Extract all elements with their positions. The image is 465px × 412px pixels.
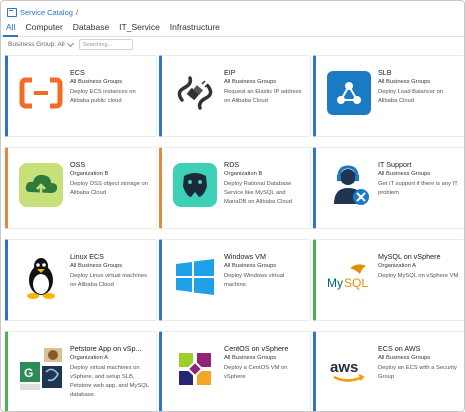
mysql-icon: My SQL	[326, 254, 372, 300]
service-card-slb[interactable]: SLB All Business Groups Deploy Load Bala…	[313, 55, 464, 137]
service-card-petstore-app[interactable]: G Petstore App on vSp... Organization A …	[5, 331, 157, 411]
card-group: Organization A	[70, 355, 109, 361]
centos-icon	[172, 346, 218, 392]
card-group: All Business Groups	[378, 355, 431, 361]
search-input[interactable]: Searching...	[78, 39, 133, 50]
rds-database-icon	[172, 162, 218, 208]
card-description: Get IT support if there is any IT proble…	[378, 181, 458, 196]
card-title: RDS	[224, 160, 240, 169]
alibaba-cloud-icon	[18, 70, 64, 116]
oss-cloud-icon	[18, 162, 64, 208]
tab-database[interactable]: Database	[68, 22, 114, 36]
card-group: All Business Groups	[70, 263, 123, 269]
windows-icon	[172, 254, 218, 300]
aws-icon: aws	[326, 346, 372, 392]
card-title: Linux ECS	[70, 252, 104, 261]
linux-tux-icon	[18, 254, 64, 300]
card-description: Deploy OSS object storage on Alibaba Clo…	[70, 181, 148, 196]
service-card-eip[interactable]: EIP All Business Groups Request an Elast…	[159, 55, 311, 137]
service-card-rds[interactable]: RDS Organization B Deploy Rational Datab…	[159, 147, 311, 229]
category-tabs: All Computer Database IT_Service Infrast…	[1, 18, 464, 37]
card-description: Deploy an ECS with a Security Group	[378, 365, 457, 380]
card-group: All Business Groups	[378, 79, 431, 85]
tab-infrastructure[interactable]: Infrastructure	[165, 22, 225, 36]
catalog-icon	[7, 7, 17, 17]
tab-all[interactable]: All	[1, 22, 20, 37]
service-card-grid: ECS All Business Groups Deploy ECS insta…	[5, 55, 464, 411]
card-title: Petstore App on vSp...	[70, 344, 142, 353]
card-description: Deploy Load Balancer on Alibaba Cloud	[378, 89, 444, 104]
card-title: OSS	[70, 160, 86, 169]
service-card-windows-vm[interactable]: Windows VM All Business Groups Deploy Wi…	[159, 239, 311, 321]
card-title: ECS	[70, 68, 85, 77]
svg-text:G: G	[24, 366, 33, 380]
card-description: Deploy Rational Database Service like My…	[224, 181, 292, 205]
petstore-app-icon: G	[18, 346, 64, 392]
service-card-mysql-vsphere[interactable]: My SQL MySQL on vSphere Organization A D…	[313, 239, 464, 321]
card-group: Organization B	[224, 171, 263, 177]
tab-computer[interactable]: Computer	[20, 22, 67, 36]
card-title: MySQL on vSphere	[378, 252, 441, 261]
service-card-oss[interactable]: OSS Organization B Deploy OSS object sto…	[5, 147, 157, 229]
card-group: All Business Groups	[70, 79, 123, 85]
card-group: All Business Groups	[224, 355, 277, 361]
service-catalog-window: Service Catalog / All Computer Database …	[0, 0, 465, 412]
it-support-icon	[326, 162, 372, 208]
breadcrumb-separator: /	[75, 7, 79, 17]
service-card-centos-vsphere[interactable]: CentOS on vSphere All Business Groups De…	[159, 331, 311, 411]
breadcrumb-service-catalog[interactable]: Service Catalog	[20, 8, 73, 17]
load-balancer-icon	[326, 70, 372, 116]
card-title: Windows VM	[224, 252, 266, 261]
svg-text:My: My	[327, 276, 343, 290]
breadcrumb: Service Catalog /	[7, 5, 78, 19]
card-description: Deploy a CentOS VM on vSphere	[224, 365, 288, 380]
cable-plug-icon	[172, 70, 218, 116]
search-placeholder: Searching...	[82, 41, 113, 48]
card-group: All Business Groups	[378, 171, 431, 177]
card-group: All Business Groups	[224, 263, 277, 269]
card-description: Deploy Linux virtual machines on Alibaba…	[70, 273, 148, 288]
card-title: SLB	[378, 68, 392, 77]
card-group: Organization B	[70, 171, 109, 177]
card-title: ECS on AWS	[378, 344, 421, 353]
tab-it-service[interactable]: IT_Service	[114, 22, 165, 36]
card-description: Deploy MySQL on vSphere VM	[378, 273, 459, 279]
card-description: Deploy ECS instances on Alibaba public c…	[70, 89, 136, 104]
business-group-dropdown[interactable]: Business Group: All	[8, 41, 65, 48]
card-title: IT Support	[378, 160, 412, 169]
svg-text:aws: aws	[330, 359, 358, 376]
filter-row: Business Group: All Searching...	[8, 38, 133, 51]
card-title: CentOS on vSphere	[224, 344, 289, 353]
card-title: EIP	[224, 68, 236, 77]
service-card-it-support[interactable]: IT Support All Business Groups Get IT su…	[313, 147, 464, 229]
card-description: Request an Elastic IP address on Alibaba…	[224, 89, 302, 104]
card-description: Deploy Windows virtual machine.	[224, 273, 285, 288]
svg-text:SQL: SQL	[344, 276, 368, 290]
card-description: Deploy virtual machines on vSphere, and …	[70, 365, 149, 398]
card-group: All Business Groups	[224, 79, 277, 85]
card-group: Organization A	[378, 263, 417, 269]
service-card-ecs[interactable]: ECS All Business Groups Deploy ECS insta…	[5, 55, 157, 137]
service-card-linux-ecs[interactable]: Linux ECS All Business Groups Deploy Lin…	[5, 239, 157, 321]
chevron-down-icon[interactable]	[66, 39, 74, 48]
service-card-ecs-aws[interactable]: aws ECS on AWS All Business Groups Deplo…	[313, 331, 464, 411]
